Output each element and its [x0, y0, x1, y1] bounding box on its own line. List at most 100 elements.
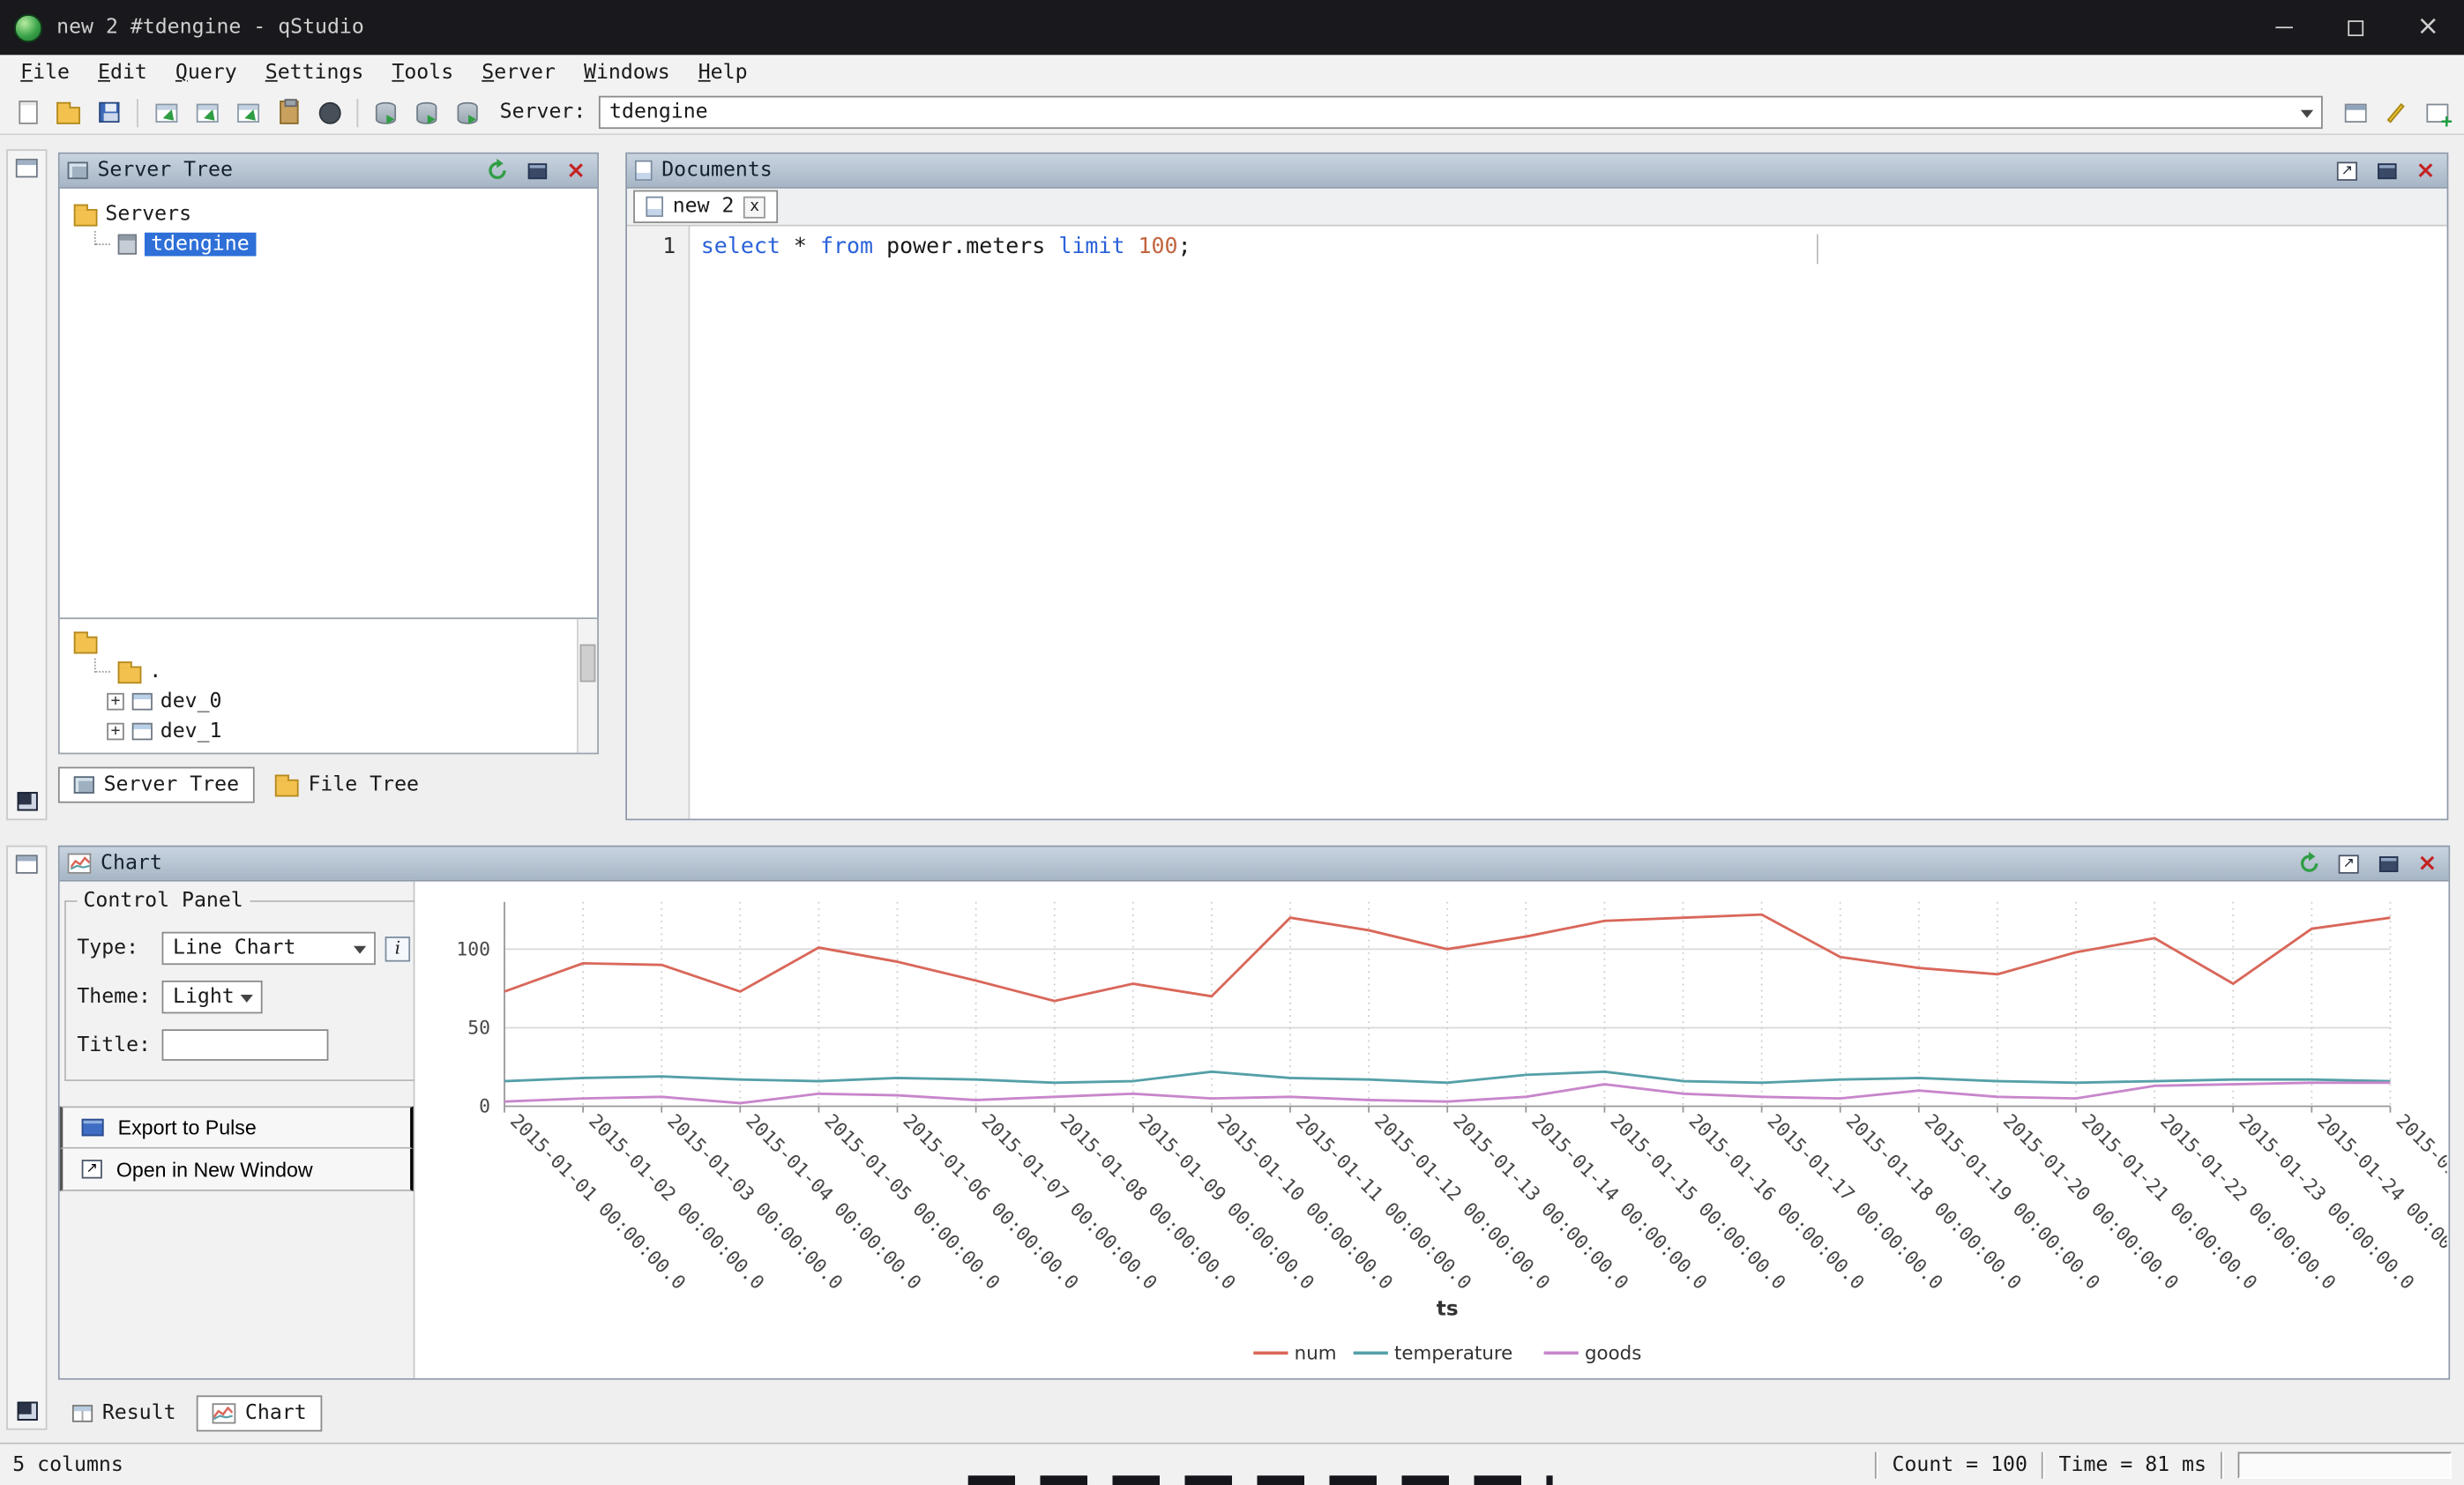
documents-panel: Documents ↗ × new 2 x 1 select * from po… [625, 153, 2448, 820]
menu-edit[interactable]: Edit [84, 58, 161, 88]
open-result-window-button[interactable] [189, 94, 225, 131]
chart-header: Chart ↗ × [60, 847, 2449, 881]
folder-icon [275, 779, 299, 796]
tree-item-dot[interactable]: . [60, 657, 597, 687]
svg-text:goods: goods [1585, 1342, 1641, 1364]
tab-file-tree[interactable]: File Tree [261, 767, 433, 803]
upper-workspace: Server Tree × Servers tdengine [0, 135, 2464, 834]
tab-close-button[interactable]: x [743, 196, 765, 218]
chevron-down-icon [354, 946, 366, 960]
export-to-pulse-button[interactable]: Export to Pulse [60, 1107, 414, 1149]
maximize-documents-button[interactable] [2373, 158, 2400, 183]
open-chart-window-button[interactable] [229, 94, 265, 131]
dock-collapse-icon[interactable] [17, 792, 37, 810]
maximize-panel-button[interactable] [523, 158, 549, 183]
tree-item-root-folder[interactable] [60, 627, 597, 657]
refresh-chart-button[interactable] [2296, 851, 2323, 877]
window-arrow-icon [155, 103, 177, 122]
maximize-panel-icon [527, 162, 546, 178]
line-number: 1 [627, 235, 676, 260]
sql-editor[interactable]: 1 select * from power.meters limit 100; [627, 227, 2447, 819]
open-file-button[interactable] [50, 94, 86, 131]
computer-icon [74, 776, 94, 794]
control-panel-group: Control Panel Type: Line Chart i Theme: [64, 890, 422, 1081]
maximize-chart-button[interactable] [2375, 851, 2401, 877]
bottom-artifact [968, 1475, 1553, 1485]
menu-settings[interactable]: Settings [251, 58, 378, 88]
sql-text: ; [1178, 235, 1191, 260]
document-tab-bar: new 2 x [627, 189, 2447, 227]
tree-item-servers[interactable]: Servers [60, 199, 597, 229]
tree-item-dev_1[interactable]: + dev_1 [60, 717, 597, 747]
menu-file[interactable]: File [6, 58, 84, 88]
maximize-button[interactable] [2319, 0, 2392, 55]
expander-plus-icon[interactable]: + [107, 693, 124, 711]
close-panel-button[interactable]: × [563, 158, 589, 183]
tree-item-dev_0[interactable]: + dev_0 [60, 687, 597, 717]
tab-result[interactable]: Result [58, 1395, 190, 1431]
chart-type-select[interactable]: Line Chart [162, 932, 376, 965]
undock-documents-button[interactable]: ↗ [2333, 158, 2360, 183]
refresh-tree-button[interactable] [484, 158, 511, 183]
add-panel-button[interactable] [2418, 94, 2454, 131]
lower-workspace: Chart ↗ × Control Panel Type: Lin [0, 834, 2464, 1443]
menu-server[interactable]: Server [467, 58, 570, 88]
close-button[interactable]: × [2392, 0, 2464, 55]
open-in-new-window-button[interactable]: ↗ Open in New Window [60, 1149, 414, 1191]
sql-keyword: from [820, 235, 873, 260]
sql-code-line[interactable]: select * from power.meters limit 100; [690, 227, 1191, 819]
scrollbar-thumb[interactable] [580, 645, 596, 683]
control-panel-legend: Control Panel [77, 890, 250, 914]
vertical-scrollbar[interactable] [577, 619, 597, 752]
dock-restore-icon[interactable] [16, 159, 38, 177]
server-combobox[interactable]: tdengine [599, 96, 2323, 129]
tab-chart[interactable]: Chart [197, 1395, 323, 1431]
minimize-button[interactable] [2247, 0, 2319, 55]
stop-icon [318, 101, 340, 123]
folder-icon [74, 208, 98, 226]
tab-server-tree[interactable]: Server Tree [58, 767, 255, 803]
add-server-button[interactable] [368, 94, 404, 131]
menu-help[interactable]: Help [684, 58, 762, 88]
paste-button[interactable] [271, 94, 307, 131]
window-title: new 2 #tdengine - qStudio [56, 16, 364, 40]
servers-label: Servers [105, 203, 191, 227]
result-grid-icon [72, 1405, 93, 1422]
menu-tools[interactable]: Tools [377, 58, 467, 88]
dock-collapse-icon[interactable] [17, 1402, 37, 1421]
chart-title-input[interactable] [162, 1029, 329, 1061]
new-file-button[interactable] [10, 94, 46, 131]
chart-theme-select[interactable]: Light [162, 981, 263, 1013]
type-label: Type: [77, 937, 153, 960]
stop-query-button[interactable] [311, 94, 347, 131]
dock-restore-icon[interactable] [16, 854, 38, 873]
expander-plus-icon[interactable]: + [107, 723, 124, 741]
refresh-icon [486, 159, 510, 183]
run-query-button[interactable] [450, 94, 486, 131]
toggle-panel-button[interactable] [2337, 94, 2373, 131]
chart-icon [68, 854, 92, 874]
dot-label: . [149, 660, 161, 683]
edit-tool-button[interactable] [2378, 94, 2414, 131]
close-documents-button[interactable]: × [2412, 158, 2438, 183]
refresh-server-button[interactable] [408, 94, 444, 131]
tree-item-tdengine[interactable]: tdengine [60, 229, 597, 259]
title-label: Title: [77, 1034, 153, 1057]
chart-canvas[interactable]: 0501002015-01-01 00:00:00.02015-01-02 00… [414, 882, 2448, 1378]
tree-connector [94, 659, 110, 673]
database-icon [458, 101, 478, 123]
maximize-panel-icon [2377, 162, 2395, 178]
tab-new-2[interactable]: new 2 x [633, 190, 778, 223]
open-sql-window-button[interactable] [148, 94, 184, 131]
dev0-label: dev_0 [161, 690, 222, 713]
close-chart-button[interactable]: × [2414, 851, 2440, 877]
dock-bar-upper [6, 149, 47, 820]
menu-windows[interactable]: Windows [570, 58, 684, 88]
save-button[interactable] [91, 94, 127, 131]
open-external-icon: ↗ [2339, 854, 2359, 873]
menu-query[interactable]: Query [161, 58, 251, 88]
undock-chart-button[interactable]: ↗ [2335, 851, 2362, 877]
menu-bar: File Edit Query Settings Tools Server Wi… [0, 55, 2464, 91]
status-separator [2221, 1451, 2224, 1478]
info-button[interactable]: i [385, 936, 411, 961]
